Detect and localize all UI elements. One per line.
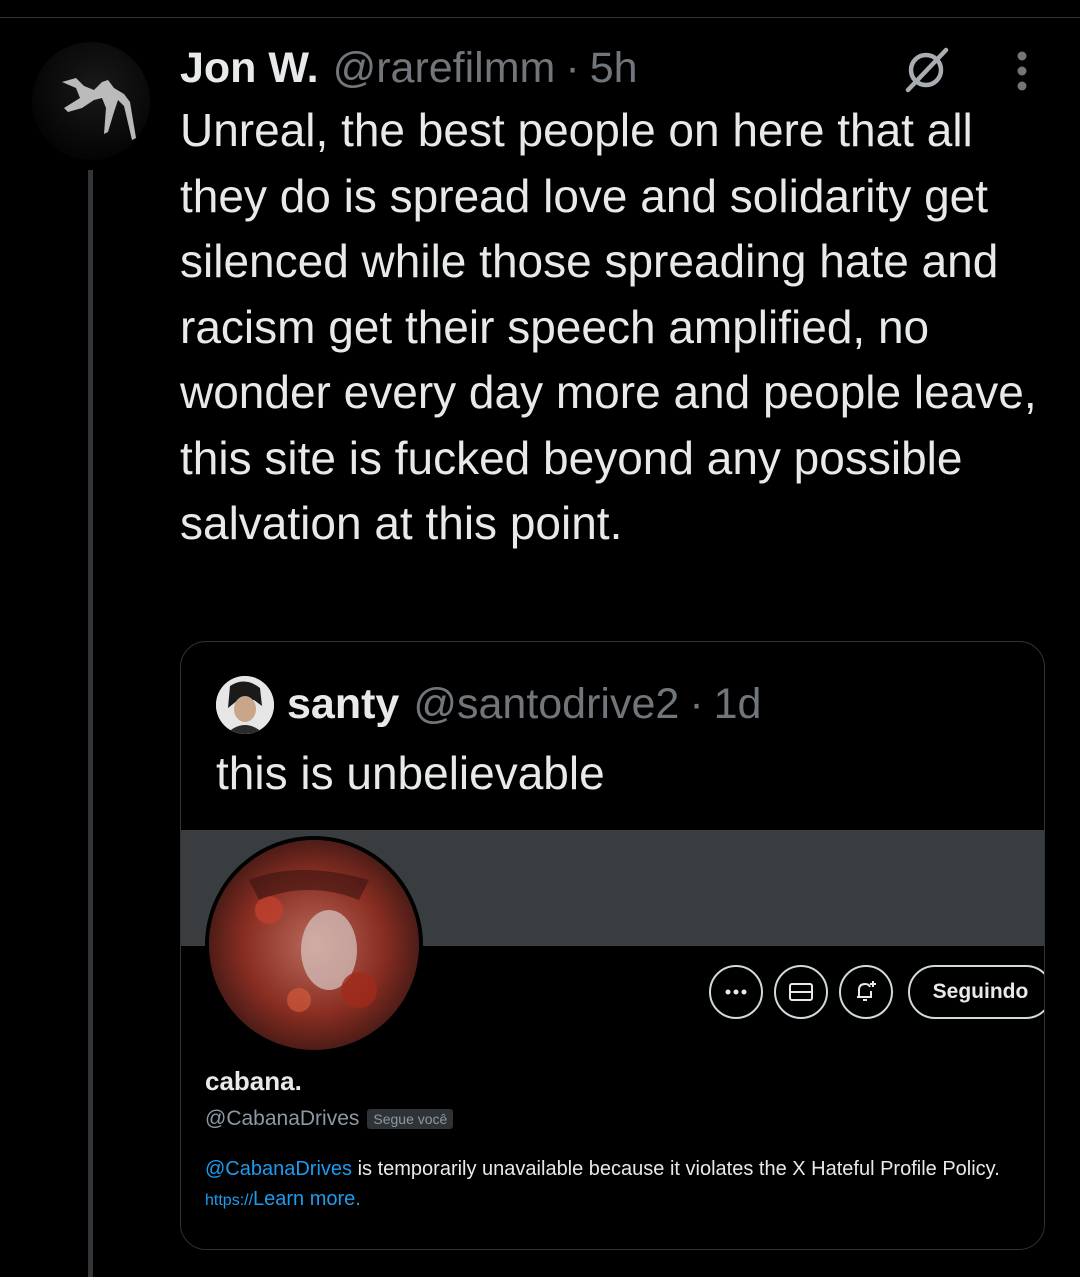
thread-line [88, 170, 93, 1277]
separator-dot: · [565, 43, 580, 92]
profile-display-name: cabana. [205, 1066, 302, 1096]
profile-handle: @CabanaDrives [205, 1107, 360, 1130]
ellipsis-icon [725, 989, 747, 995]
profile-message-button [774, 965, 828, 1019]
following-button: Seguindo [908, 965, 1044, 1019]
profile-handle-row: @CabanaDrives Segue você [205, 1107, 454, 1131]
tweet-text: Unreal, the best people on here that all… [180, 104, 1037, 549]
tweet-header: Jon W. @rarefilmm · 5h [180, 40, 638, 96]
learn-more-link: Learn more. [253, 1188, 361, 1210]
quoted-tweet-header: santy @santodrive2 · 1d [287, 675, 761, 733]
notice-handle: @CabanaDrives [205, 1158, 353, 1180]
top-divider [0, 17, 1080, 18]
notice-link-prefix: https:// [205, 1192, 254, 1209]
profile-unavailable-notice: @CabanaDrives is temporarily unavailable… [205, 1154, 1035, 1216]
quoted-author-name[interactable]: santy [287, 680, 399, 729]
quoted-author-avatar[interactable] [216, 676, 274, 734]
profile-notify-button [839, 965, 893, 1019]
author-name[interactable]: Jon W. [180, 44, 319, 93]
quoted-author-handle[interactable]: @santodrive2 [413, 680, 679, 729]
tweet-timestamp[interactable]: 5h [590, 44, 638, 93]
author-handle[interactable]: @rarefilmm [333, 44, 556, 93]
profile-avatar [205, 836, 423, 1054]
notice-text: is temporarily unavailable because it vi… [352, 1158, 1000, 1180]
follows-you-badge: Segue você [367, 1109, 454, 1129]
bell-plus-icon [857, 981, 876, 1001]
envelope-icon [789, 983, 813, 1001]
quoted-tweet-text: this is unbelievable [216, 747, 605, 799]
separator-dot: · [689, 679, 704, 728]
grok-icon[interactable] [900, 44, 952, 96]
profile-more-button [709, 965, 763, 1019]
attached-screenshot[interactable]: Seguindo cabana. @CabanaDrives Segue voc… [181, 830, 1044, 1249]
more-options-icon[interactable] [1002, 46, 1042, 96]
quoted-tweet[interactable]: santy @santodrive2 · 1d this is unbeliev… [180, 641, 1045, 1250]
author-avatar[interactable] [32, 42, 150, 160]
quoted-tweet-timestamp[interactable]: 1d [714, 680, 762, 729]
